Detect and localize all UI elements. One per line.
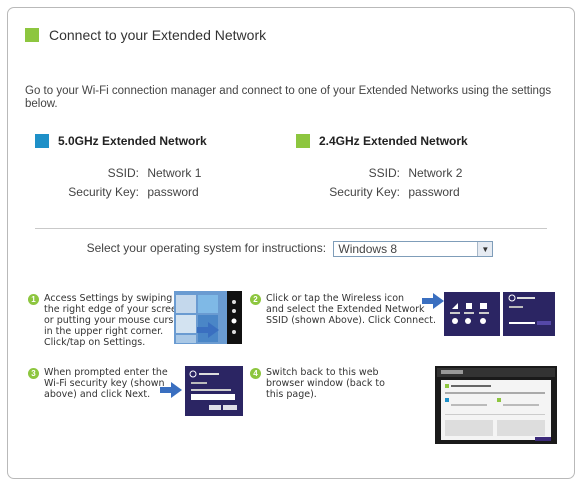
page-header: Connect to your Extended Network	[25, 27, 266, 43]
network-5ghz-ssid-row: SSID: Network 1	[35, 166, 202, 180]
network-24ghz-key: password	[408, 185, 460, 199]
browser-window-screenshot	[435, 366, 557, 444]
security-key-label: Security Key:	[68, 185, 139, 199]
intro-text: Go to your Wi-Fi connection manager and …	[25, 85, 552, 110]
network-24ghz-ssid: Network 2	[408, 166, 463, 180]
wireless-settings-screenshot	[444, 292, 500, 336]
green-square-icon	[296, 134, 310, 148]
security-key-label: Security Key:	[329, 185, 400, 199]
network-5ghz-key-row: Security Key: password	[35, 185, 199, 199]
network-24ghz-ssid-row: SSID: Network 2	[296, 166, 463, 180]
os-select-label: Select your operating system for instruc…	[86, 241, 327, 256]
network-24ghz-name: 2.4GHz Extended Network	[319, 134, 468, 148]
step-1-text: Access Settings by swiping the right edg…	[44, 293, 184, 348]
network-24ghz-heading: 2.4GHz Extended Network	[296, 134, 468, 148]
ssid-label: SSID:	[368, 166, 400, 180]
ssid-label: SSID:	[107, 166, 139, 180]
os-select-row: Select your operating system for instruc…	[0, 241, 580, 257]
network-5ghz-heading: 5.0GHz Extended Network	[35, 134, 207, 148]
step-4: 4 Switch back to this web browser window…	[250, 367, 385, 400]
section-divider	[35, 228, 547, 229]
arrow-right-icon	[197, 322, 219, 343]
step-1-number: 1	[28, 294, 39, 305]
arrow-right-icon	[422, 293, 444, 314]
step-3-number: 3	[28, 368, 39, 379]
network-24ghz-key-row: Security Key: password	[296, 185, 460, 199]
blue-square-icon	[35, 134, 49, 148]
green-square-icon	[25, 28, 39, 42]
network-5ghz-ssid: Network 1	[147, 166, 202, 180]
step-2: 2 Click or tap the Wireless icon and sel…	[250, 293, 436, 326]
step-3: 3 When prompted enter the Wi-Fi security…	[28, 367, 168, 400]
step-2-text: Click or tap the Wireless icon and selec…	[266, 293, 437, 326]
step-4-text: Switch back to this web browser window (…	[266, 367, 385, 400]
arrow-right-icon	[160, 382, 182, 403]
os-select-dropdown[interactable]: Windows 8 ▼	[333, 241, 494, 257]
network-list-screenshot	[503, 292, 555, 336]
security-key-prompt-screenshot	[185, 366, 243, 416]
network-5ghz-key: password	[147, 185, 199, 199]
step-2-number: 2	[250, 294, 261, 305]
step-4-number: 4	[250, 368, 261, 379]
page-title: Connect to your Extended Network	[49, 27, 267, 43]
step-1: 1 Access Settings by swiping the right e…	[28, 293, 183, 348]
chevron-down-icon[interactable]: ▼	[477, 242, 493, 256]
step-3-text: When prompted enter the Wi-Fi security k…	[44, 367, 168, 400]
os-select-value: Windows 8	[338, 242, 398, 256]
network-5ghz-name: 5.0GHz Extended Network	[58, 134, 207, 148]
